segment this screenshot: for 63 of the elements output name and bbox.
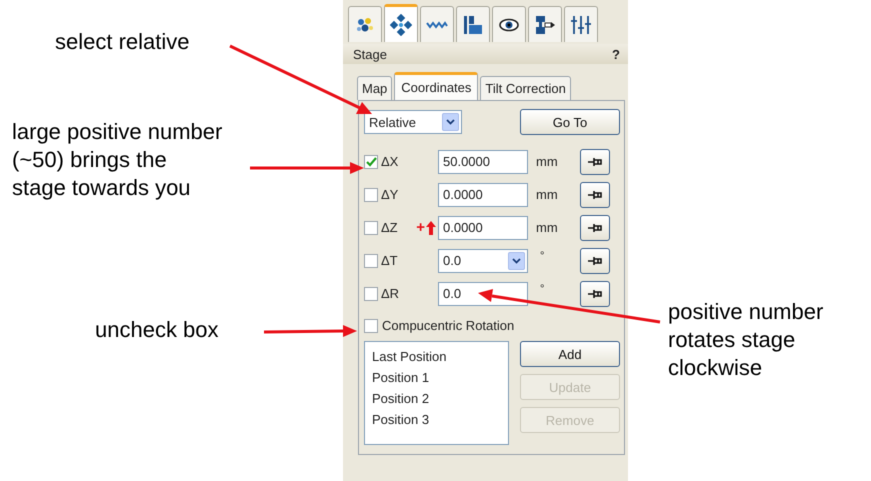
axis-label: ΔX [381,154,400,169]
tool-tab[interactable] [384,4,418,42]
annotation-text: positive number rotates stage clockwise [668,298,824,382]
panel-title: Stage [353,46,387,62]
checkbox[interactable] [364,220,378,234]
position-item[interactable]: Position 1 [372,367,501,388]
pin-button[interactable] [580,148,610,174]
pushpin-icon [587,222,603,234]
up-arrow-icon [426,220,436,234]
diamond-dots-icon [390,14,412,36]
wave-icon [426,20,448,28]
caret-icon [512,258,521,264]
annotation-text: large positive number (~50) brings the stage towards you [12,118,222,202]
value-field[interactable]: 50.0000 [438,150,528,174]
sliders-icon [570,14,592,36]
pushpin-icon [587,288,603,300]
unit-label: mm [535,154,559,169]
checkbox[interactable] [364,188,378,202]
value-field[interactable]: 0.0000 [438,216,528,240]
unit-label: mm [535,187,559,202]
pushpin-icon [587,254,603,266]
position-item[interactable]: Position 2 [372,388,501,409]
position-item[interactable]: Position 3 [372,409,501,430]
tab[interactable]: Coordinates [394,72,478,100]
axis-label: ΔZ [381,220,399,235]
list-button[interactable]: Add [520,341,620,367]
unit-label: ° [539,282,546,294]
flowchart-icon [534,14,556,36]
pushpin-icon [587,156,603,168]
axis-label: ΔR [381,286,400,301]
pin-button[interactable] [580,280,610,306]
checkbox[interactable] [364,254,378,268]
checkbox-label: Compucentric Rotation [382,318,514,333]
checkbox[interactable] [364,154,378,168]
checkbox[interactable] [364,286,378,300]
pushpin-icon [587,188,603,200]
value-field[interactable]: 0.0 [438,282,528,306]
tab[interactable]: Map [357,76,392,100]
tool-tab[interactable] [492,6,526,42]
value-dropdown[interactable]: 0.0 [438,248,528,272]
checkbox[interactable] [364,318,378,332]
pin-button[interactable] [580,248,610,274]
help-button[interactable]: ? [612,46,620,62]
annotation-text: select relative [55,28,190,56]
annotation-text: uncheck box [95,316,219,344]
tool-tab[interactable] [564,6,598,42]
tab[interactable]: Tilt Correction [480,76,571,100]
tool-tab[interactable] [528,6,562,42]
go-to-button[interactable]: Go To [520,109,620,135]
value-field[interactable]: 0.0000 [438,182,528,206]
tool-tab[interactable] [348,6,382,42]
position-item[interactable]: Last Position [372,346,501,367]
mode-dropdown[interactable]: Relative [364,110,462,134]
unit-label: ° [539,250,546,262]
layout-icon [462,14,484,36]
axis-label: ΔT [381,253,399,268]
plus-mark: + [416,220,425,235]
pin-button[interactable] [580,214,610,240]
unit-label: mm [535,220,559,235]
axis-label: ΔY [381,187,400,202]
caret-icon [446,119,455,125]
tool-tab[interactable] [456,6,490,42]
pin-button[interactable] [580,182,610,208]
